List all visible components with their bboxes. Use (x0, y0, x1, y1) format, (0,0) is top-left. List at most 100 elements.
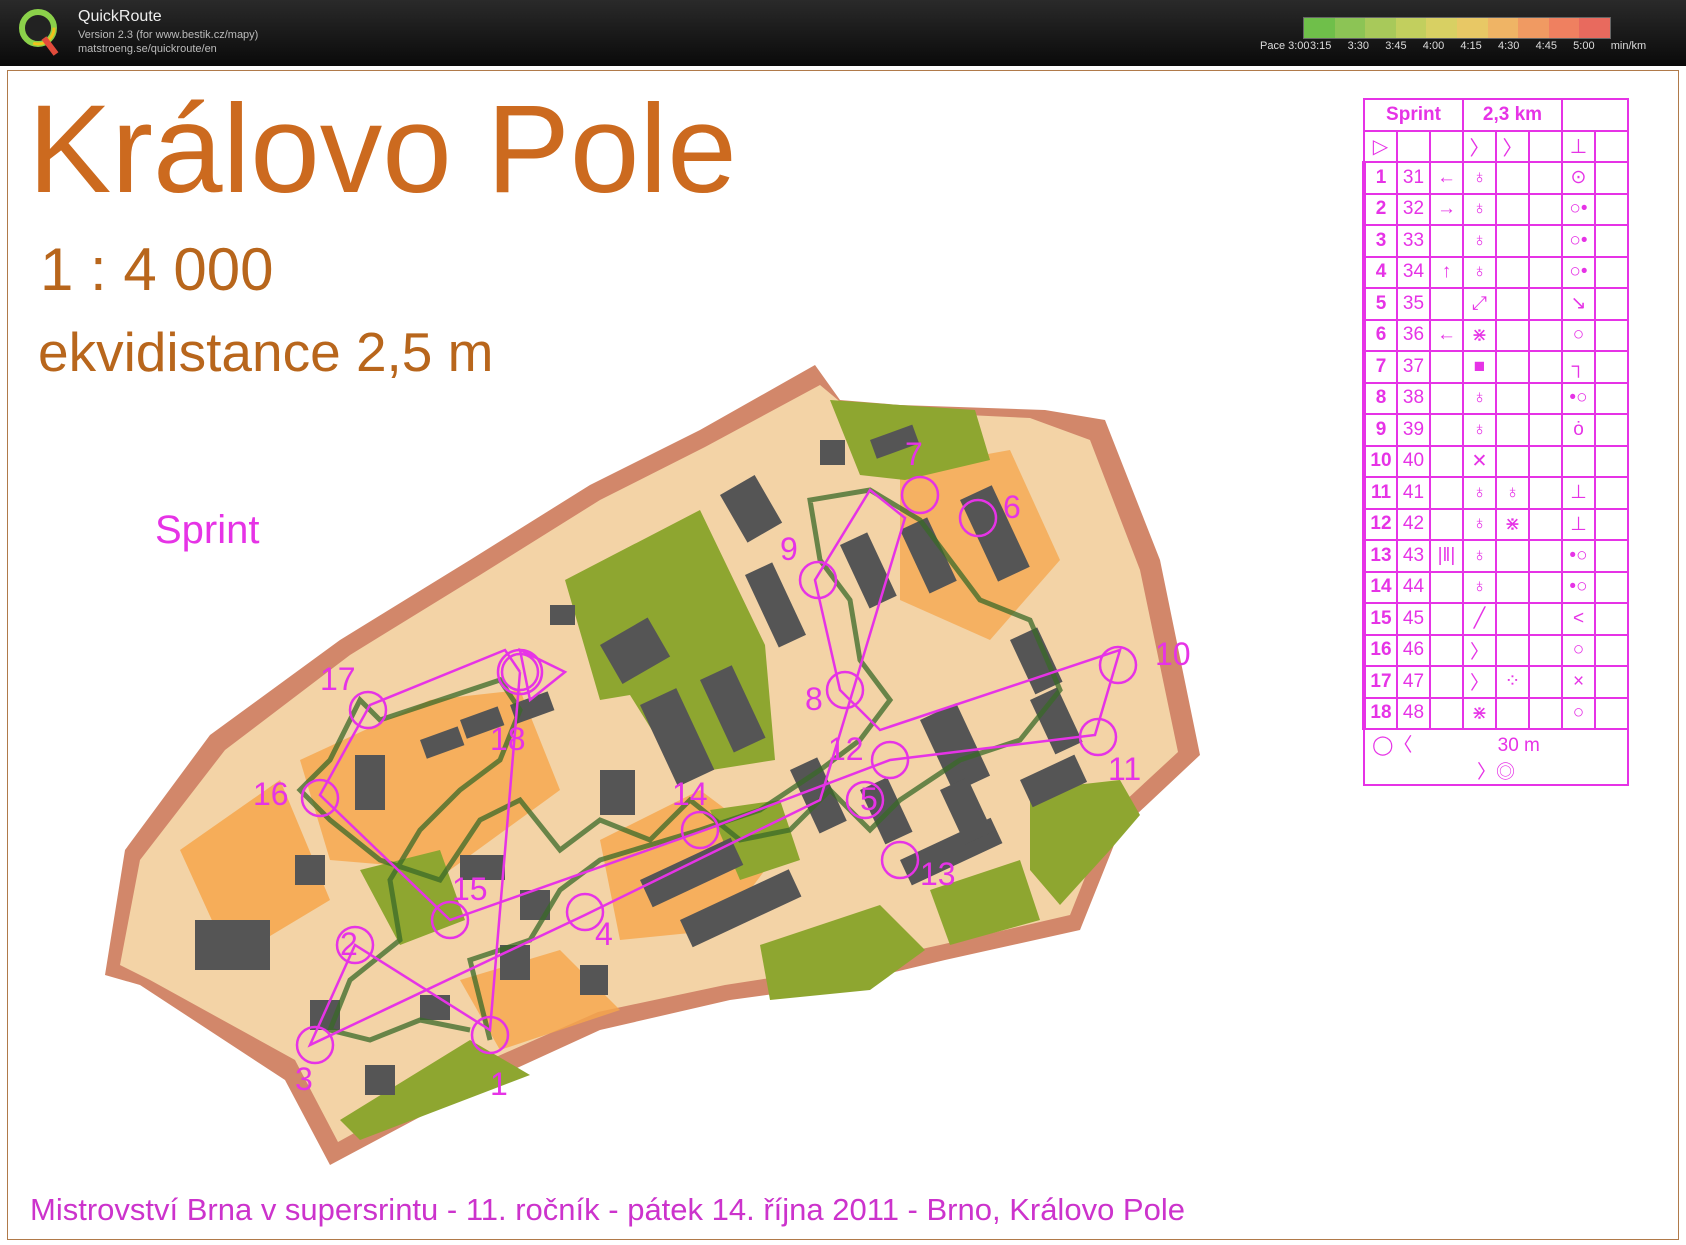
cd-direction: ← (1429, 318, 1464, 352)
cd-direction: |‖| (1429, 539, 1464, 573)
cd-finish-row: ◯〈 30 m 〉◎ (1363, 728, 1629, 786)
cd-empty (1528, 539, 1563, 573)
cd-direction: ↑ (1429, 255, 1464, 289)
cd-empty (1594, 318, 1629, 352)
map-title: Královo Pole (28, 80, 737, 219)
cd-code: 42 (1396, 507, 1431, 541)
cd-code: 44 (1396, 570, 1431, 604)
cd-feature2-icon (1495, 570, 1530, 604)
cd-course-name: Sprint (1363, 98, 1464, 132)
cd-code: 37 (1396, 350, 1431, 384)
cd-feature2-icon (1495, 224, 1530, 258)
cd-empty (1594, 381, 1629, 415)
cd-empty (1528, 287, 1563, 321)
cd-feature2-icon (1495, 350, 1530, 384)
cd-location-icon: ┐ (1561, 350, 1596, 384)
cd-direction (1429, 507, 1464, 541)
cd-feature-icon: ♁ (1462, 476, 1497, 510)
cd-location-icon: ○ (1561, 696, 1596, 730)
cd-feature2-icon (1495, 192, 1530, 226)
cd-direction (1429, 665, 1464, 699)
cd-location-icon: •○ (1561, 381, 1596, 415)
cd-empty (1528, 444, 1563, 478)
cd-feature-icon: ♁ (1462, 507, 1497, 541)
cd-sequence: 15 (1362, 602, 1398, 636)
cd-feature2-icon (1495, 539, 1530, 573)
cd-sequence: 11 (1362, 476, 1398, 510)
course-name: Sprint (155, 508, 260, 552)
finish-start-icon: ◯〈 (1372, 735, 1413, 756)
cd-row: 16 46 〉 ○ (1362, 633, 1629, 667)
control-number: 5 (860, 781, 878, 817)
cd-feature-icon: 〉 (1462, 665, 1497, 699)
control-number: 10 (1155, 636, 1191, 672)
start-triangle-icon: ▷ (1363, 129, 1398, 163)
cd-feature-icon: ✕ (1462, 444, 1497, 478)
cd-direction (1429, 224, 1464, 258)
cd-code: 48 (1396, 696, 1431, 730)
cd-direction: ← (1429, 161, 1464, 195)
cd-feature2-icon (1495, 413, 1530, 447)
cd-empty (1594, 192, 1629, 226)
control-number: 3 (295, 1061, 313, 1097)
cd-empty (1528, 192, 1563, 226)
cd-feature2-icon (1495, 161, 1530, 195)
cd-sequence: 13 (1362, 539, 1398, 573)
cd-code: 41 (1396, 476, 1431, 510)
cd-empty (1594, 255, 1629, 289)
control-number: 2 (340, 926, 358, 962)
cd-direction (1429, 287, 1464, 321)
cd-feature2-icon (1495, 287, 1530, 321)
cd-row: 14 44 ♁ •○ (1362, 570, 1629, 604)
cd-empty (1528, 381, 1563, 415)
cd-sequence: 5 (1362, 287, 1398, 321)
cd-location-icon: ○• (1561, 255, 1596, 289)
cd-empty (1528, 696, 1563, 730)
cd-empty (1594, 224, 1629, 258)
cd-sequence: 7 (1362, 350, 1398, 384)
cd-row: 17 47 〉 ⁘ × (1362, 665, 1629, 699)
cd-empty (1528, 224, 1563, 258)
cd-sequence: 16 (1362, 633, 1398, 667)
cd-feature2-icon (1495, 696, 1530, 730)
cd-empty (1528, 602, 1563, 636)
cd-code: 45 (1396, 602, 1431, 636)
cd-row: 4 34 ↑ ♁ ○• (1362, 255, 1629, 289)
start-location-icon: ⊥ (1561, 129, 1596, 163)
cd-location-icon: < (1561, 602, 1596, 636)
cd-code: 43 (1396, 539, 1431, 573)
cd-sequence: 3 (1362, 224, 1398, 258)
cd-code: 33 (1396, 224, 1431, 258)
cd-direction (1429, 633, 1464, 667)
cd-sequence: 12 (1362, 507, 1398, 541)
cd-empty (1594, 539, 1629, 573)
cd-location-icon: ↘ (1561, 287, 1596, 321)
cd-empty (1594, 444, 1629, 478)
cd-course-length: 2,3 km (1462, 98, 1563, 132)
control-description-sheet: Sprint 2,3 km ▷ 〉 〉 ⊥ 1 31 ← ♁ ⊙ 2 32 → ♁ ○• 3 33 ♁ ○… (1362, 98, 1629, 786)
contour-interval: ekvidistance 2,5 m (38, 321, 494, 383)
cd-sequence: 2 (1362, 192, 1398, 226)
cd-feature-icon: ♁ (1462, 539, 1497, 573)
cd-code: 40 (1396, 444, 1431, 478)
cd-empty (1528, 570, 1563, 604)
cd-feature-icon: ♁ (1462, 161, 1497, 195)
cd-feature-icon: ♁ (1462, 192, 1497, 226)
map-scale: 1 : 4 000 (40, 236, 274, 303)
control-number: 14 (672, 776, 708, 812)
cd-direction (1429, 602, 1464, 636)
cd-feature-icon: ⤢ (1462, 287, 1497, 321)
cd-empty (1528, 507, 1563, 541)
control-number: 13 (920, 856, 956, 892)
cd-sequence: 10 (1362, 444, 1398, 478)
cd-finish-distance: 30 m (1497, 735, 1540, 756)
cd-feature2-icon: ♁ (1495, 476, 1530, 510)
cd-empty (1594, 696, 1629, 730)
cd-empty (1528, 413, 1563, 447)
control-number: 16 (253, 776, 289, 812)
control-number: 4 (595, 916, 613, 952)
cd-row: 7 37 ■ ┐ (1362, 350, 1629, 384)
cd-row: 10 40 ✕ (1362, 444, 1629, 478)
cd-feature2-icon (1495, 444, 1530, 478)
cd-empty (1528, 318, 1563, 352)
